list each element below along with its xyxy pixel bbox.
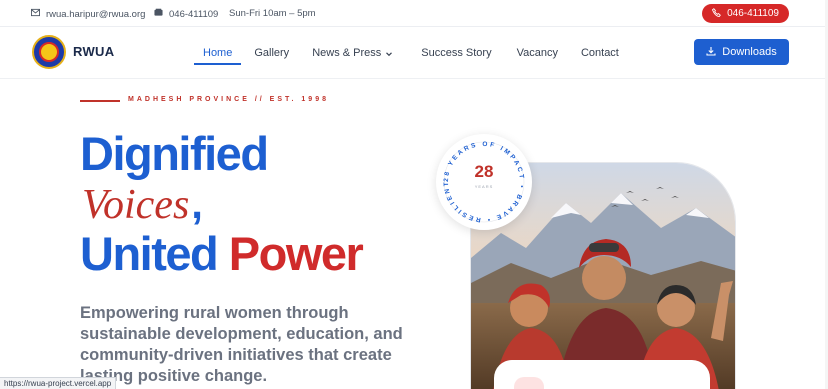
- download-icon: [706, 46, 716, 59]
- hero-title-power: Power: [228, 227, 364, 280]
- hero-subtitle: Empowering rural women through sustainab…: [80, 304, 403, 385]
- hero-title-italic: Voices: [82, 182, 190, 228]
- badge-number: 28: [474, 162, 494, 181]
- rwua-logo[interactable]: [32, 35, 66, 69]
- office-hours: Sun-Fri 10am – 5pm: [229, 8, 316, 19]
- mail-icon: [31, 8, 40, 20]
- nav-item-label: Success Story: [421, 47, 492, 59]
- hero-title-comma: ,: [191, 180, 203, 227]
- chevron-down-icon: [385, 49, 393, 57]
- hero-title-line-2: Voices,: [82, 180, 203, 229]
- phone-text: 046-411109: [169, 8, 219, 20]
- nav-item-success-story[interactable]: Success Story: [421, 27, 491, 79]
- nav-item-label: Home: [203, 47, 233, 59]
- floating-card-accent: [514, 377, 544, 389]
- logo-emblem: [39, 42, 59, 62]
- phone-icon: [154, 8, 163, 20]
- hero-title-united: United: [80, 227, 219, 280]
- nav-item-gallery[interactable]: Gallery: [254, 27, 289, 79]
- nav-item-label: Gallery: [254, 47, 290, 59]
- nav-item-label: News & Press: [312, 47, 382, 59]
- downloads-label: Downloads: [722, 46, 777, 58]
- phone-contact[interactable]: 046-411109: [154, 8, 218, 20]
- call-button-label: 046-411109: [727, 8, 779, 19]
- nav-item-label: Contact: [580, 47, 619, 59]
- eyebrow-divider: [80, 100, 120, 102]
- hours-text: Sun-Fri 10am – 5pm: [229, 8, 316, 19]
- email-text: rwua.haripur@rwua.org: [46, 8, 146, 20]
- years-of-impact-badge: 28 YEARS OF IMPACT • BRAVE • RESILIENT •…: [436, 134, 532, 230]
- browser-status-url: https://rwua-project.vercel.app: [0, 377, 117, 389]
- hero-title-line-3: United Power: [80, 227, 364, 280]
- hero-title-line-1: Dignified: [80, 127, 269, 180]
- call-button[interactable]: 046-411109: [702, 4, 789, 23]
- brand-name[interactable]: RWUA: [73, 44, 114, 59]
- phone-icon: [711, 7, 721, 20]
- nav-links: Home Gallery News & Press Success Story …: [194, 27, 619, 79]
- nav-item-contact[interactable]: Contact: [581, 27, 619, 79]
- nav-item-vacancy[interactable]: Vacancy: [517, 27, 558, 79]
- eyebrow-text: MADHESH PROVINCE // EST. 1998: [128, 96, 329, 103]
- email-contact[interactable]: rwua.haripur@rwua.org: [31, 8, 145, 20]
- top-bar: rwua.haripur@rwua.org 046-411109 Sun-Fri…: [0, 0, 828, 27]
- nav-item-label: Vacancy: [516, 47, 558, 59]
- badge-label: YEARS: [474, 184, 494, 189]
- downloads-button[interactable]: Downloads: [694, 39, 789, 65]
- nav-item-home[interactable]: Home: [194, 27, 242, 79]
- main-navigation: RWUA Home Gallery News & Press Success S…: [0, 27, 828, 79]
- nav-item-news-press[interactable]: News & Press: [312, 27, 393, 79]
